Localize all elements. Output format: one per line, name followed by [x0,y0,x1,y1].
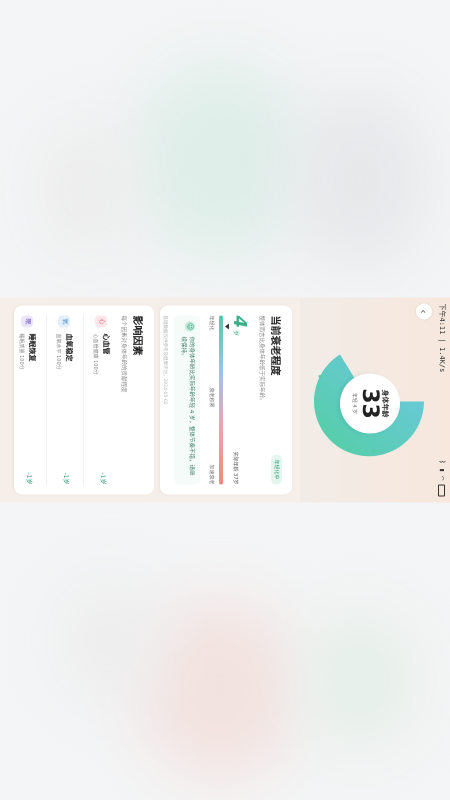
bar-labels: 年轻化 衰老积累 加速衰老 [208,316,215,485]
back-button[interactable]: ‹ [416,303,432,320]
factor-name: 心血管 [102,333,110,355]
ring-dot [372,449,376,454]
factor-name: 血氧稳定 [65,333,73,362]
divider [46,315,47,485]
aging-degree-card: 当前衰老程度 整体而言比身体年龄低于实际年龄。 年轻化中 4 岁 实际年龄 37… [160,305,292,495]
status-time: 下午4:11 | 1.4K/s [438,303,446,373]
factors-card: 影响因素 每个因素对身体年龄的贡献程度 心 心血管 心血管健康 100分 -1岁… [14,305,154,495]
status-icons: ᛒ ▮ ◠ [438,460,446,497]
chrono-age-label: 实际年龄 37岁 [232,451,238,485]
aging-card-subtitle: 整体而言比身体年龄低于实际年龄。 [258,315,264,404]
factor-item[interactable]: 氧 血氧稳定 血氧水平 100分 -1岁 [55,315,74,485]
factor-value: -1岁 [62,472,69,485]
bar-label-mid: 衰老积累 [208,387,214,408]
ring-dot [318,375,322,378]
oxygen-icon: 氧 [58,315,71,328]
factor-item[interactable]: 眠 睡眠恢复 睡眠质量 100分 -1岁 [18,315,37,485]
signal-icon: ▮ [438,468,446,473]
bio-age-value: 33 [357,388,382,419]
bar-label-fast: 加速衰老 [208,464,214,485]
back-arrow-icon: ‹ [417,309,431,314]
heart-icon: 心 [95,315,108,328]
bio-age-sub: 年轻 4 岁 [351,392,357,415]
factor-detail: 睡眠质量 100分 [18,333,24,370]
slow-value: 4 [229,315,250,329]
factor-value: -1岁 [25,472,32,485]
sleep-icon: 眠 [21,315,34,328]
smile-icon: ☺ [185,321,195,332]
factor-value: -1岁 [99,472,106,485]
status-badge: 年轻化中 [271,454,282,485]
slow-unit: 岁 [232,330,239,337]
factor-name: 睡眠恢复 [28,333,36,362]
factor-item[interactable]: 心 心血管 心血管健康 100分 -1岁 [92,315,111,485]
divider [83,315,84,485]
tip-box: ☺ 你的身体年龄比实际年龄年轻 4 岁，整体节奏不错，请继续保持。 [174,315,200,485]
factor-detail: 血氧水平 100分 [55,333,61,370]
app-screen: 下午4:11 | 1.4K/s ᛒ ▮ ◠ ‹ 身体年龄 33 年轻 4 岁 当… [0,297,450,503]
wifi-icon: ◠ [438,476,446,481]
bluetooth-icon: ᛒ [438,459,446,465]
factors-card-subtitle: 每个因素对身体年龄的贡献程度 [120,315,126,393]
tip-text: 你的身体年龄比实际年龄年轻 4 岁，整体节奏不错，请继续保持。 [180,336,194,476]
status-bar: 下午4:11 | 1.4K/s ᛒ ▮ ◠ [434,298,450,503]
aging-scale-bar [219,315,223,485]
slow-value-row: 4 岁 实际年龄 37岁 [229,316,250,485]
disclaimer: 基础数据仅供参考及健康评估，2024-05-02 [162,315,167,405]
factor-detail: 心血管健康 100分 [92,333,98,375]
hero-section: 下午4:11 | 1.4K/s ᛒ ▮ ◠ ‹ 身体年龄 33 年轻 4 岁 [300,297,450,503]
bar-label-young: 年轻化 [208,315,214,331]
factors-card-title: 影响因素 [131,315,142,356]
battery-icon [438,484,446,497]
bio-age-display: 身体年龄 33 年轻 4 岁 [340,373,400,434]
